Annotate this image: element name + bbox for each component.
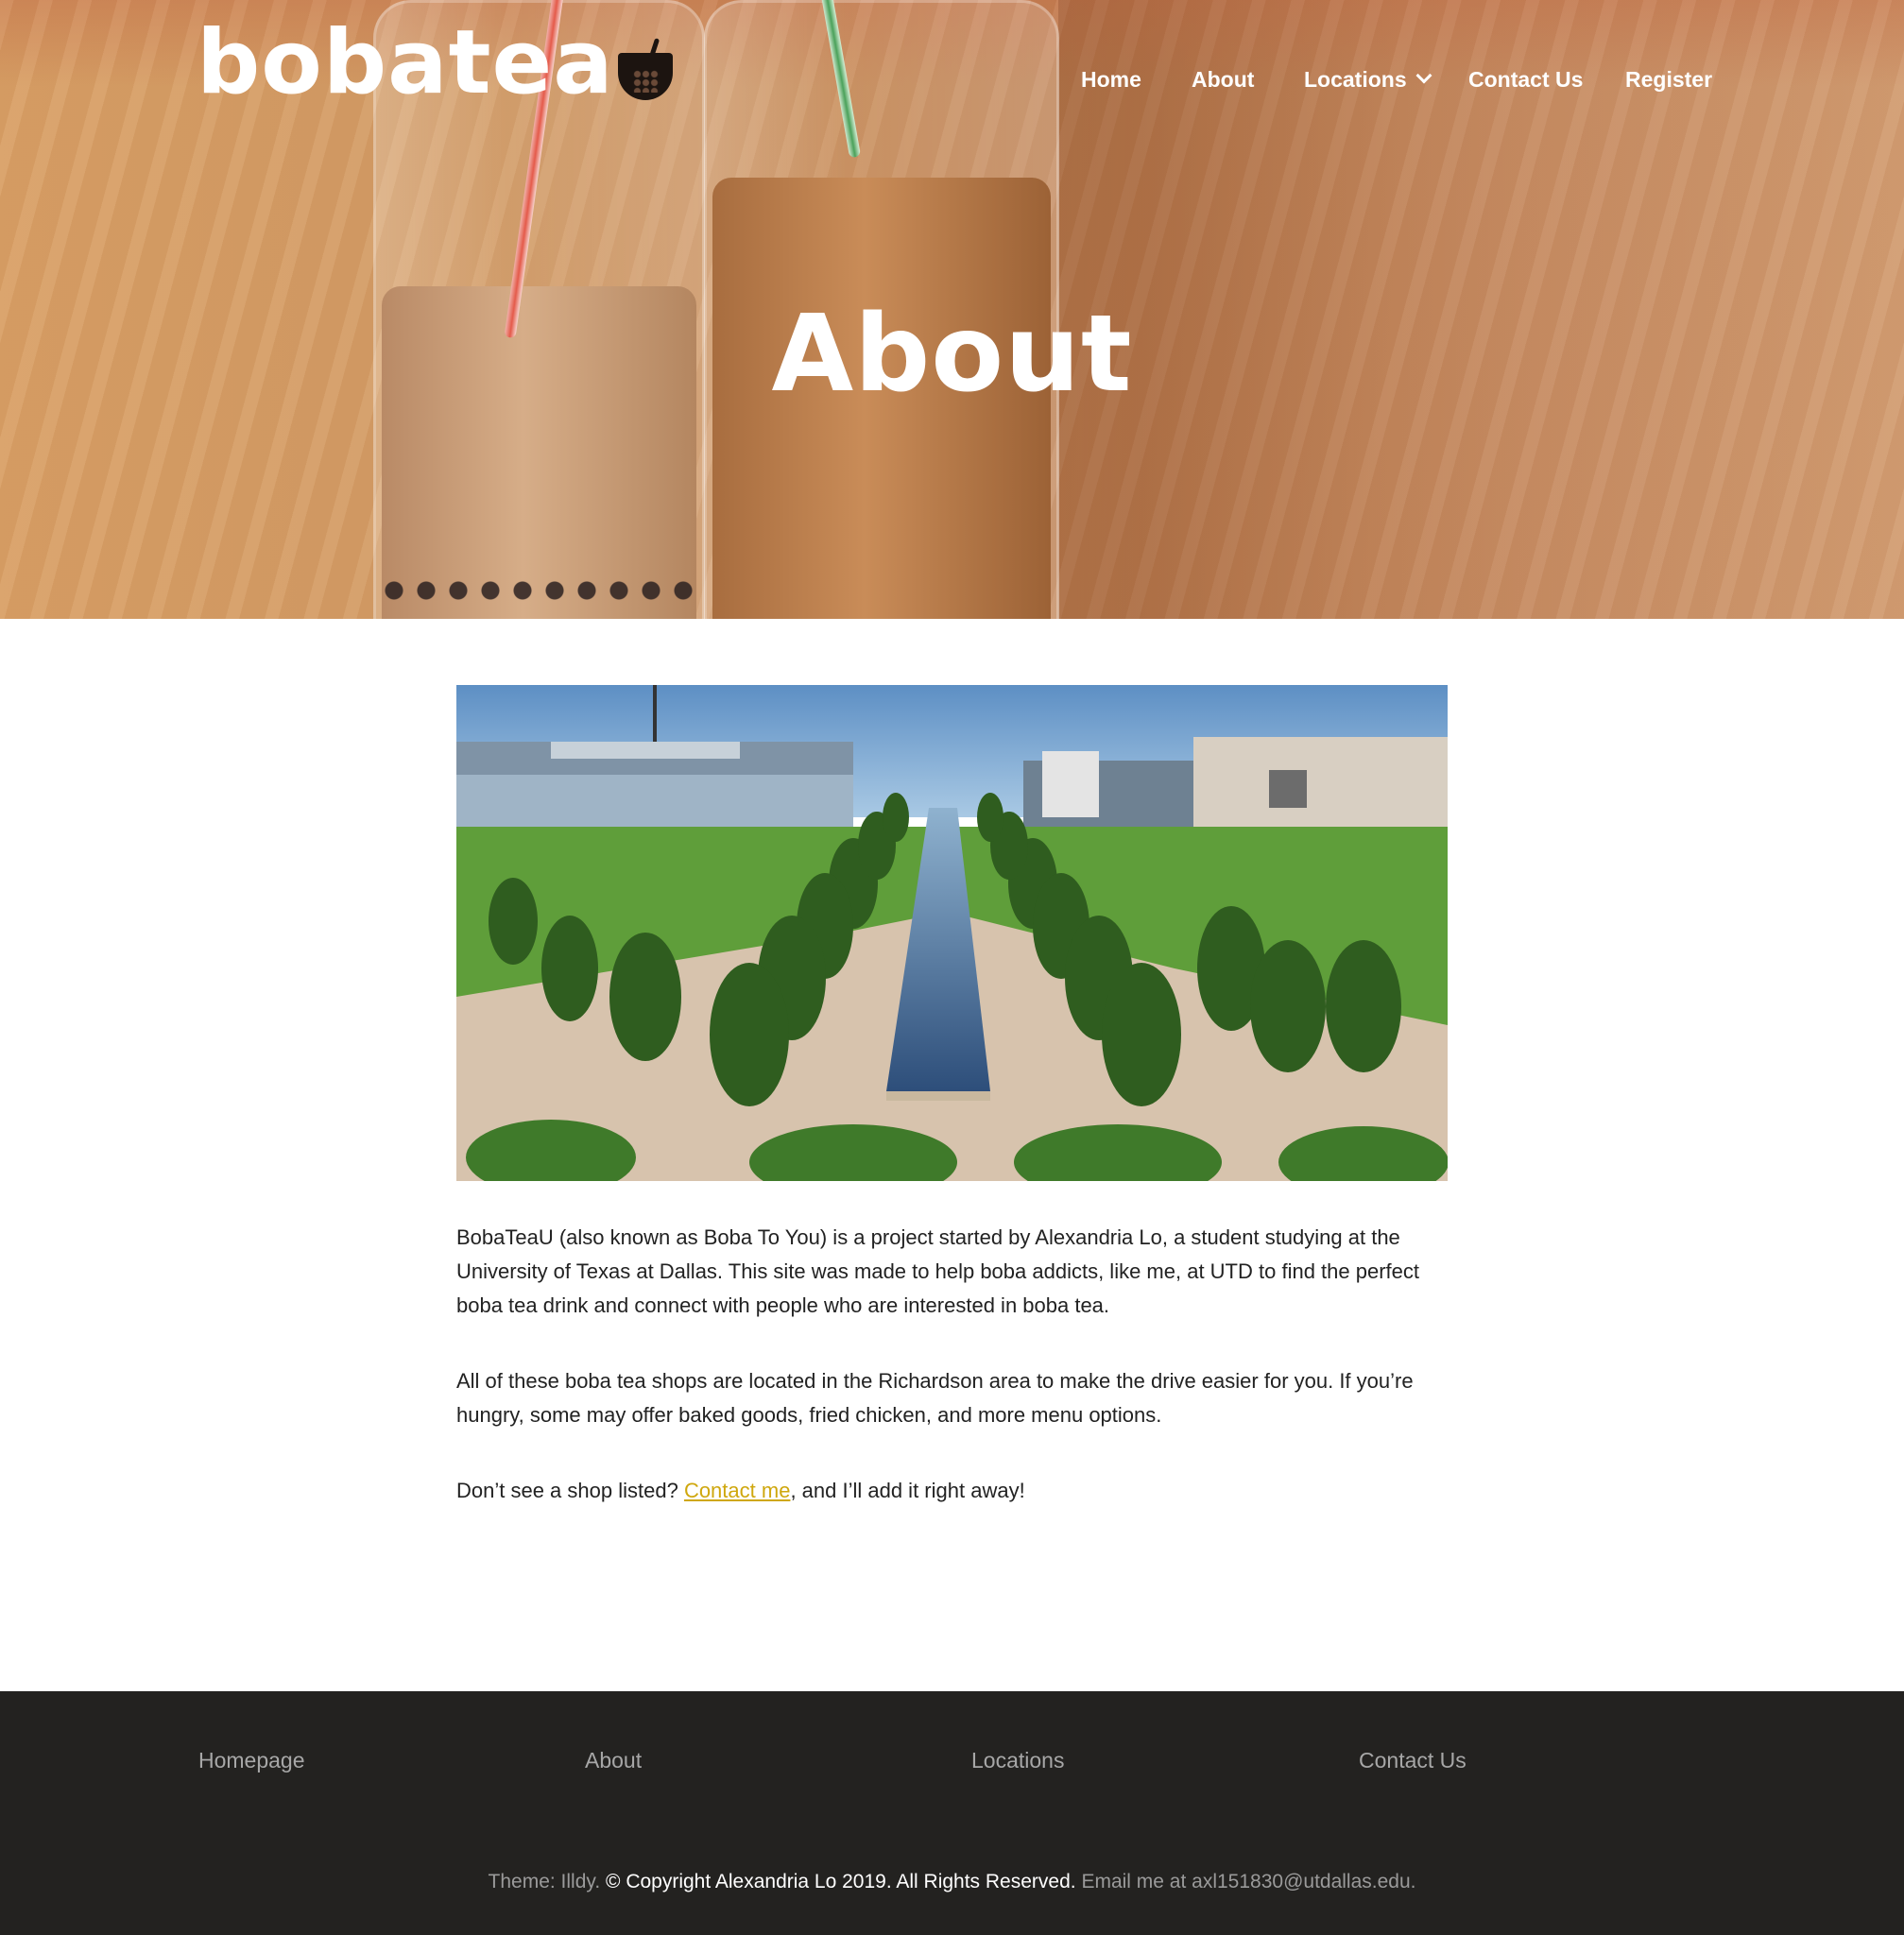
footer-copyright-line: Theme: Illdy. © Copyright Alexandria Lo … <box>0 1871 1904 1893</box>
nav-item-locations[interactable]: Locations <box>1304 62 1432 96</box>
footer-link-locations[interactable]: Locations <box>971 1748 1064 1773</box>
footer-link-contact[interactable]: Contact Us <box>1359 1748 1467 1773</box>
contact-prompt-text: Don’t see a shop listed? <box>456 1479 684 1502</box>
nav-register-link[interactable]: Register <box>1625 67 1712 93</box>
site-logo[interactable]: bobatea <box>197 11 673 114</box>
about-paragraph-contact: Don’t see a shop listed? Contact me, and… <box>456 1474 1448 1508</box>
chevron-down-icon[interactable] <box>1415 67 1432 84</box>
footer-link-about[interactable]: About <box>585 1748 642 1773</box>
nav-item-contact[interactable]: Contact Us <box>1468 62 1583 96</box>
nav-item-about[interactable]: About <box>1192 62 1254 96</box>
email-contact[interactable]: Email me at axl151830@utdallas.edu. <box>1081 1871 1415 1892</box>
about-paragraph-locations: All of these boba tea shops are located … <box>456 1369 1414 1427</box>
nav-about-link[interactable]: About <box>1192 67 1254 93</box>
copyright-text: © Copyright Alexandria Lo 2019. All Righ… <box>606 1871 1076 1892</box>
footer-link-homepage[interactable]: Homepage <box>198 1748 305 1773</box>
theme-credit[interactable]: Theme: Illdy. <box>489 1871 601 1892</box>
logo-text: bobatea <box>197 11 614 114</box>
contact-prompt-tail: , and I’ll add it right away! <box>790 1479 1025 1502</box>
contact-me-link[interactable]: Contact me <box>684 1479 791 1502</box>
about-paragraph-intro: BobaTeaU (also known as Boba To You) is … <box>456 1225 1419 1317</box>
nav-home-link[interactable]: Home <box>1081 67 1141 93</box>
nav-item-register[interactable]: Register <box>1625 62 1712 96</box>
boba-cup-icon <box>617 38 673 100</box>
nav-contact-link[interactable]: Contact Us <box>1468 67 1583 93</box>
nav-item-home[interactable]: Home <box>1081 62 1141 96</box>
campus-photo <box>456 685 1448 1181</box>
page-title: About <box>771 293 1133 416</box>
hero-banner: bobatea Home About Locations Contact Us … <box>0 0 1904 619</box>
site-footer <box>0 1691 1904 1935</box>
nav-locations-link[interactable]: Locations <box>1304 67 1407 93</box>
hero-boba-pearls <box>383 572 695 609</box>
